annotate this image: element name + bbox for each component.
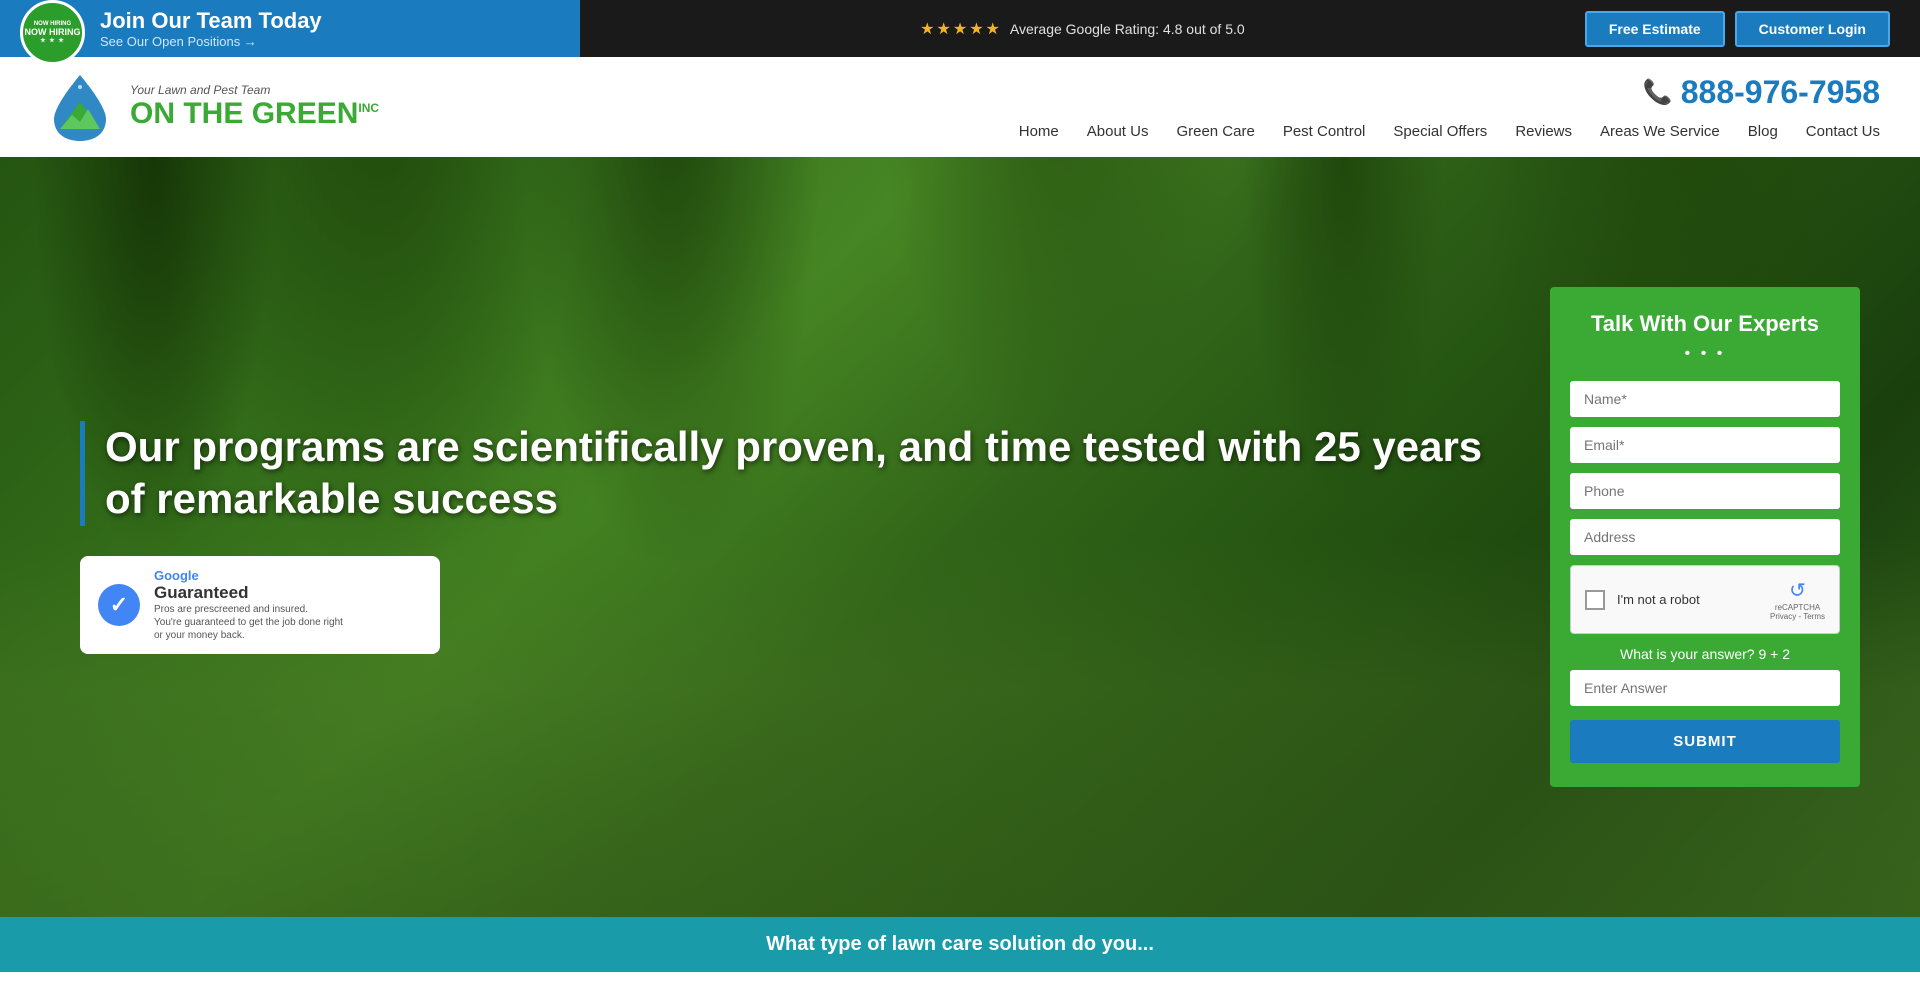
math-question: What is your answer? 9 + 2 [1570,646,1840,662]
rating-area: ★★★★★ Average Google Rating: 4.8 out of … [580,19,1585,39]
header-right: 📞 888-976-7958 Home About Us Green Care … [379,74,1880,140]
recaptcha-brand: reCAPTCHA [1775,603,1820,612]
nav-blog[interactable]: Blog [1748,123,1778,140]
contact-form-panel: Talk With Our Experts • • • I'm not a ro… [1550,287,1860,787]
nav-pest-control[interactable]: Pest Control [1283,123,1366,140]
badge-stars: ★ ★ ★ [40,37,64,44]
logo-tagline: Your Lawn and Pest Team [130,83,379,97]
google-guaranteed-badge: ✓ Google Guaranteed Pros are prescreened… [80,556,440,654]
badge-text-main: NOW HIRING [25,27,81,37]
hiring-banner[interactable]: NOW HIRING NOW HIRING ★ ★ ★ Join Our Tea… [0,0,580,57]
customer-login-button[interactable]: Customer Login [1735,11,1890,47]
form-title: Talk With Our Experts [1570,311,1840,337]
submit-button[interactable]: SUBMIT [1570,720,1840,763]
gg-google-label: Google [154,568,343,583]
hiring-badge: NOW HIRING NOW HIRING ★ ★ ★ [20,0,85,65]
logo-name-area: ON THE GREENinc [130,97,379,131]
bottom-bar-text: What type of lawn care solution do you..… [766,933,1154,956]
logo-name: ON THE GREENinc [130,97,379,130]
name-input[interactable] [1570,381,1840,417]
phone-number: 888-976-7958 [1681,74,1880,111]
recaptcha-links: Privacy - Terms [1770,612,1825,621]
gg-check-icon: ✓ [98,584,140,626]
hiring-text: Join Our Team Today See Our Open Positio… [100,8,322,49]
logo-text: Your Lawn and Pest Team ON THE GREENinc [130,83,379,131]
nav-reviews[interactable]: Reviews [1515,123,1572,140]
hero-left-panel: Our programs are scientifically proven, … [0,361,1550,714]
hero-text-box: Our programs are scientifically proven, … [80,421,1490,526]
logo-area[interactable]: Your Lawn and Pest Team ON THE GREENinc [40,67,379,147]
phone-icon: 📞 [1643,78,1673,107]
recaptcha-widget[interactable]: I'm not a robot ↺ reCAPTCHA Privacy - Te… [1570,565,1840,634]
email-input[interactable] [1570,427,1840,463]
math-answer-input[interactable] [1570,670,1840,706]
gg-text: Google Guaranteed Pros are prescreened a… [154,568,343,642]
logo-icon [40,67,120,147]
recaptcha-icon: ↺ [1789,578,1806,603]
main-nav: Home About Us Green Care Pest Control Sp… [1019,123,1880,140]
address-input[interactable] [1570,519,1840,555]
recaptcha-label: I'm not a robot [1617,592,1758,607]
hiring-title: Join Our Team Today [100,8,322,34]
recaptcha-checkbox[interactable] [1585,590,1605,610]
free-estimate-button[interactable]: Free Estimate [1585,11,1725,47]
nav-special-offers[interactable]: Special Offers [1393,123,1487,140]
hero-content: Our programs are scientifically proven, … [0,157,1920,917]
bottom-bar: What type of lawn care solution do you..… [0,917,1920,972]
nav-green-care[interactable]: Green Care [1176,123,1254,140]
rating-text: Average Google Rating: 4.8 out of 5.0 [1010,21,1245,37]
hero-section: Our programs are scientifically proven, … [0,157,1920,917]
gg-fine-print: Pros are prescreened and insured.You're … [154,603,343,642]
nav-contact[interactable]: Contact Us [1806,123,1880,140]
hiring-subtitle[interactable]: See Our Open Positions → [100,34,322,49]
hero-title: Our programs are scientifically proven, … [105,421,1490,526]
phone-area[interactable]: 📞 888-976-7958 [1643,74,1880,111]
recaptcha-logo: ↺ reCAPTCHA Privacy - Terms [1770,578,1825,621]
nav-home[interactable]: Home [1019,123,1059,140]
form-dots: • • • [1570,345,1840,363]
rating-stars: ★★★★★ [920,19,1002,39]
top-bar-buttons: Free Estimate Customer Login [1585,11,1920,47]
nav-about[interactable]: About Us [1087,123,1149,140]
header: Your Lawn and Pest Team ON THE GREENinc … [0,57,1920,157]
top-bar: NOW HIRING NOW HIRING ★ ★ ★ Join Our Tea… [0,0,1920,57]
gg-guaranteed-label: Guaranteed [154,583,343,603]
phone-input[interactable] [1570,473,1840,509]
nav-areas[interactable]: Areas We Service [1600,123,1720,140]
